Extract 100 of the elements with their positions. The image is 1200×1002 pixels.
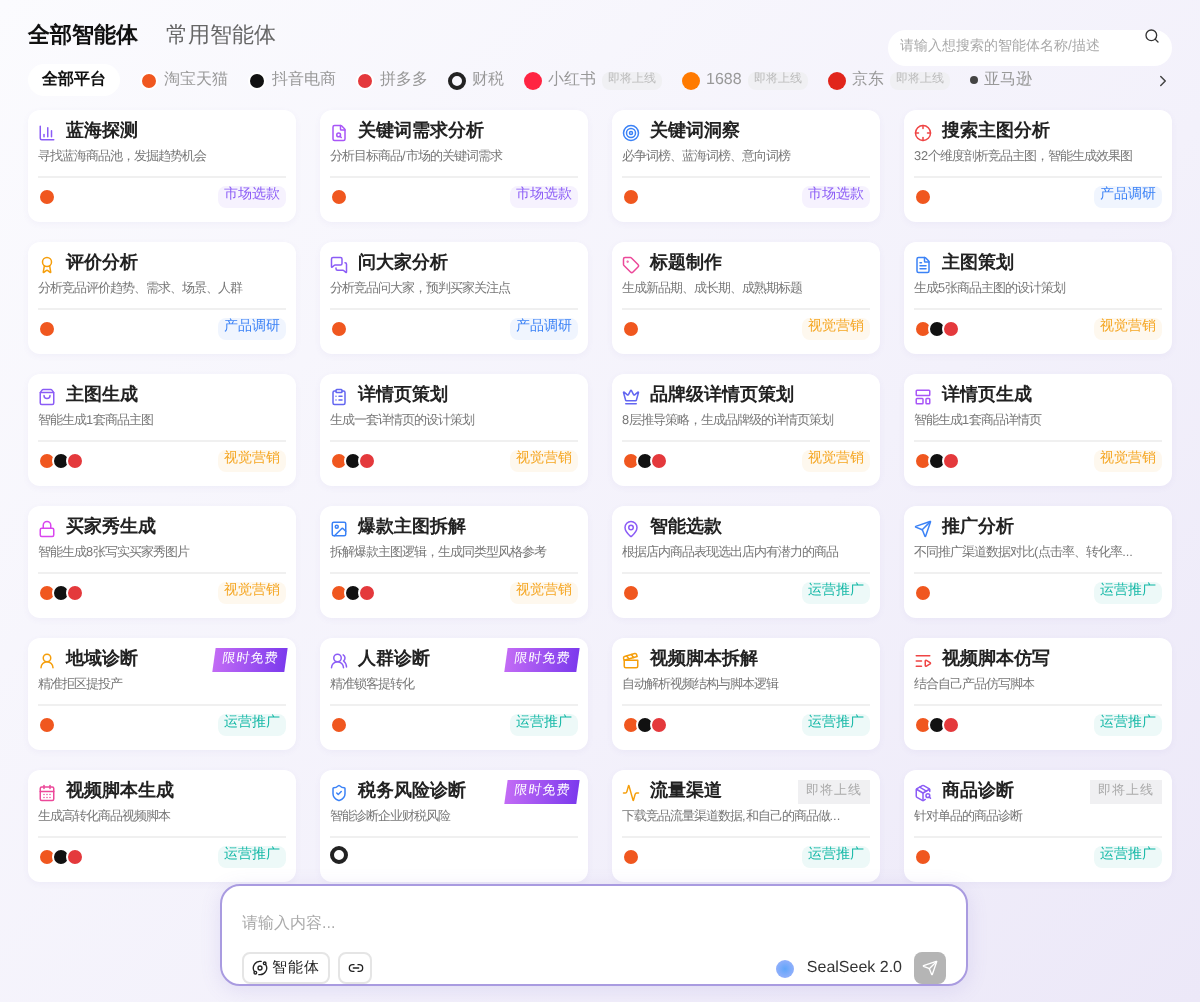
taobao-logo-icon [622, 319, 640, 338]
1688-logo-icon [682, 71, 700, 89]
agent-title: 评价分析 [66, 250, 138, 277]
agent-icon [38, 123, 56, 141]
model-logo-icon [776, 959, 795, 977]
taobao-logo-icon [914, 583, 932, 602]
agent-title: 爆款主图拆解 [358, 514, 466, 541]
douyin-logo-icon [52, 583, 70, 602]
agent-title: 关键词洞察 [650, 118, 740, 145]
taobao-logo-icon [914, 319, 932, 338]
taobao-logo-icon [914, 847, 932, 866]
pdd-logo-icon [66, 451, 84, 470]
agent-icon [622, 783, 640, 801]
platform-tab[interactable]: 全部平台 [28, 64, 120, 96]
taobao-logo-icon [38, 583, 56, 602]
agent-title: 主图策划 [942, 250, 1014, 277]
link-icon [347, 960, 363, 976]
target-icon [448, 71, 466, 89]
link-button[interactable] [338, 952, 372, 984]
douyin-logo-icon [344, 583, 362, 602]
taobao-logo-icon [38, 451, 56, 470]
taobao-logo-icon [38, 847, 56, 866]
pdd-logo-icon [358, 583, 376, 602]
agent-icon [38, 783, 56, 801]
agent-icon [914, 783, 932, 801]
pdd-logo-icon [358, 451, 376, 470]
taobao-logo-icon [622, 847, 640, 866]
agent-title: 视频脚本仿写 [942, 646, 1050, 673]
agent-icon [914, 651, 932, 669]
pdd-logo-icon [942, 715, 960, 734]
taobao-logo-icon [330, 715, 348, 734]
agent-title: 智能选款 [650, 514, 722, 541]
taobao-logo-icon [914, 451, 932, 470]
agent-icon [622, 123, 640, 141]
search-icon[interactable] [1144, 28, 1160, 44]
agent-title: 人群诊断 [358, 646, 430, 673]
pdd-logo-icon [650, 715, 668, 734]
taobao-logo-icon [330, 187, 348, 206]
taobao-logo-icon [914, 715, 932, 734]
agent-icon [38, 387, 56, 405]
xiaohongshu-logo-icon [524, 71, 542, 89]
taobao-logo-icon [38, 319, 56, 338]
taobao-logo-icon [914, 187, 932, 206]
target-icon [330, 846, 348, 864]
douyin-logo-icon [928, 319, 946, 338]
agent-icon [330, 519, 348, 537]
agent-title: 标题制作 [650, 250, 722, 277]
message-input[interactable]: 请输入内容... [242, 912, 946, 936]
pdd-logo-icon [942, 319, 960, 338]
pdd-logo-icon [66, 583, 84, 602]
agent-icon [252, 960, 268, 976]
model-name: SealSeek 2.0 [806, 956, 902, 980]
taobao-logo-icon [140, 71, 158, 89]
taobao-logo-icon [38, 187, 56, 206]
taobao-logo-icon [622, 451, 640, 470]
category-tab[interactable]: 常用智能体 [166, 19, 276, 53]
douyin-logo-icon [344, 451, 362, 470]
agent-icon [914, 255, 932, 273]
pdd-logo-icon [942, 451, 960, 470]
agent-icon [38, 255, 56, 273]
taobao-logo-icon [330, 451, 348, 470]
agent-title: 主图生成 [66, 382, 138, 409]
taobao-logo-icon [38, 715, 56, 734]
taobao-logo-icon [330, 319, 348, 338]
agent-icon [38, 651, 56, 669]
agent-title: 视频脚本生成 [66, 778, 174, 805]
agent-title: 买家秀生成 [66, 514, 156, 541]
agent-title: 税务风险诊断 [358, 778, 466, 805]
douyin-logo-icon [928, 451, 946, 470]
taobao-logo-icon [622, 187, 640, 206]
jd-logo-icon [827, 71, 846, 89]
agent-title: 地域诊断 [66, 646, 138, 673]
agent-title: 品牌级详情页策划 [650, 382, 794, 409]
agent-icon [38, 519, 56, 537]
agent-icon [622, 255, 640, 273]
agent-title: 关键词需求分析 [358, 118, 484, 145]
agent-title: 视频脚本拆解 [650, 646, 758, 673]
agent-title: 搜索主图分析 [942, 118, 1050, 145]
agent-title: 流量渠道 [650, 778, 722, 805]
category-tab[interactable]: 全部智能体 [28, 19, 138, 53]
pdd-logo-icon [356, 71, 374, 89]
agent-icon [330, 783, 348, 801]
agent-icon [622, 519, 640, 537]
agent-icon [622, 651, 640, 669]
agent-icon [330, 255, 348, 273]
pdd-logo-icon [66, 847, 84, 866]
douyin-logo-icon [248, 71, 266, 89]
agent-icon [622, 387, 640, 405]
douyin-logo-icon [636, 451, 654, 470]
agent-icon [330, 123, 348, 141]
taobao-logo-icon [622, 715, 640, 734]
agent-icon [330, 651, 348, 669]
agent-title: 推广分析 [942, 514, 1014, 541]
agent-title: 详情页生成 [942, 382, 1032, 409]
douyin-logo-icon [636, 715, 654, 734]
agent-title: 详情页策划 [358, 382, 448, 409]
send-icon [922, 960, 938, 976]
taobao-logo-icon [622, 583, 640, 602]
agent-icon [914, 123, 932, 141]
agent-icon [914, 519, 932, 537]
